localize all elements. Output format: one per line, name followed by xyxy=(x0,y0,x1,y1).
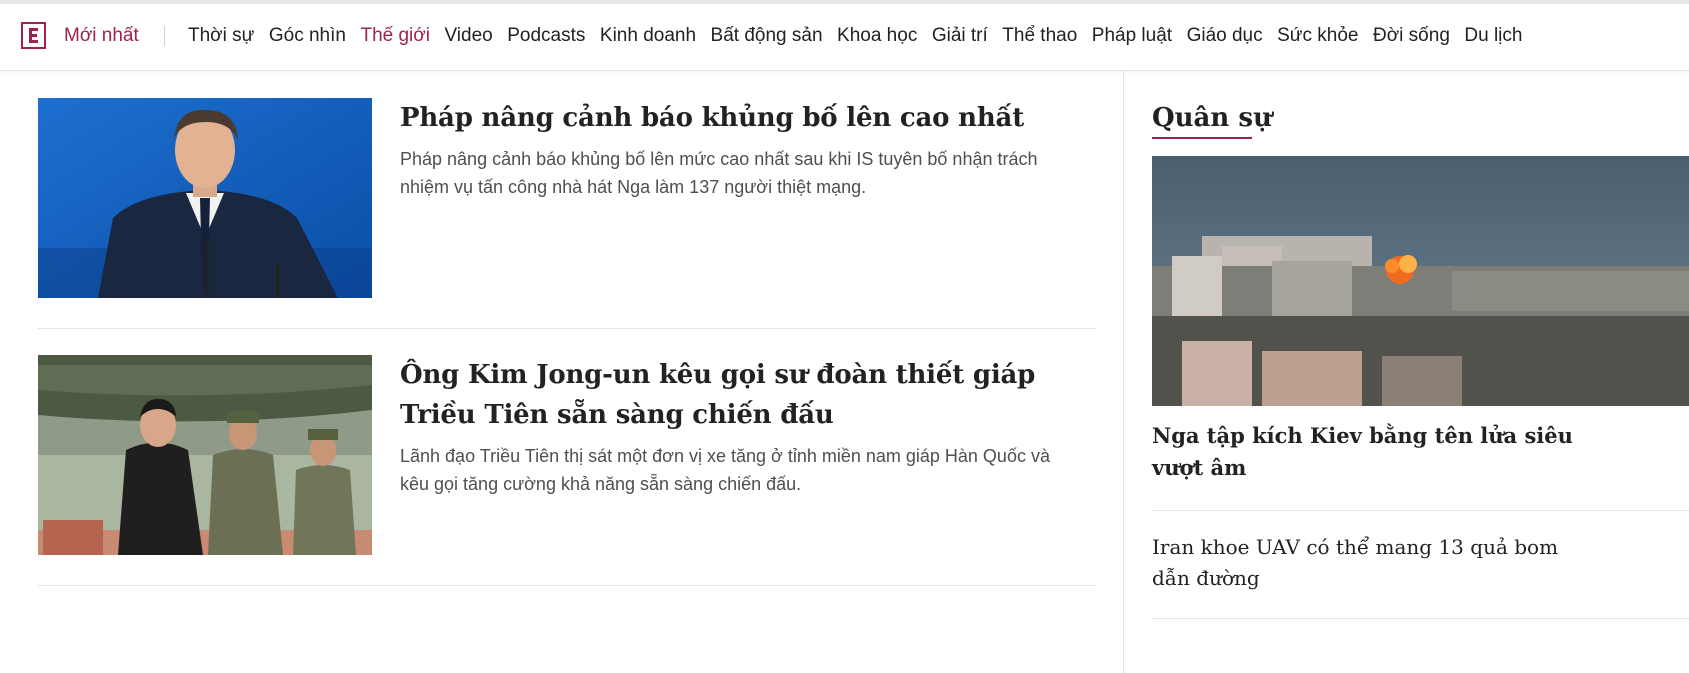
nav-item-12[interactable]: Sức khỏe xyxy=(1277,24,1358,48)
nav-item-3[interactable]: Video xyxy=(444,24,492,48)
nav-item-5[interactable]: Kinh doanh xyxy=(600,24,696,48)
nav-item-2[interactable]: Thế giới xyxy=(360,24,430,48)
nav-item-11[interactable]: Giáo dục xyxy=(1187,24,1263,48)
article-description: Pháp nâng cảnh báo khủng bố lên mức cao … xyxy=(400,149,1038,197)
nav-item-10[interactable]: Pháp luật xyxy=(1092,24,1172,48)
nav-item-4[interactable]: Podcasts xyxy=(507,24,585,48)
sidebar-article-title[interactable]: Iran khoe UAV có thể mang 13 quả bom dẫn… xyxy=(1152,532,1582,594)
nav-divider xyxy=(164,26,165,46)
article-title[interactable]: Ông Kim Jong-un kêu gọi sư đoàn thiết gi… xyxy=(400,355,1060,435)
nav-item-1[interactable]: Góc nhìn xyxy=(269,24,346,48)
article-title[interactable]: Pháp nâng cảnh báo khủng bố lên cao nhất xyxy=(400,98,1060,138)
vnexpress-logo-icon[interactable] xyxy=(21,22,46,49)
sidebar-divider xyxy=(1152,618,1689,619)
article-item: Ông Kim Jong-un kêu gọi sư đoàn thiết gi… xyxy=(38,327,1096,586)
nav-item-14[interactable]: Du lịch xyxy=(1464,24,1522,48)
category-menu: Thời sự Góc nhìn Thế giới Video Podcasts Kinh… xyxy=(188,24,1537,48)
column-divider xyxy=(1123,70,1124,673)
article-thumbnail-kim-jong-un[interactable] xyxy=(38,355,372,555)
nav-item-0[interactable]: Thời sự xyxy=(188,24,254,48)
nav-item-8[interactable]: Giải trí xyxy=(932,24,988,48)
article-thumbnail-macron[interactable] xyxy=(38,98,372,298)
nav-item-9[interactable]: Thể thao xyxy=(1002,24,1077,48)
sidebar-heading-underline xyxy=(1152,137,1252,139)
nav-latest-link[interactable]: Mới nhất xyxy=(64,24,139,48)
nav-item-6[interactable]: Bất động sản xyxy=(711,24,823,48)
nav-item-13[interactable]: Đời sống xyxy=(1373,24,1450,48)
article-item: Pháp nâng cảnh báo khủng bố lên cao nhất… xyxy=(38,70,1096,329)
article-description: Lãnh đạo Triều Tiên thị sát một đơn vị x… xyxy=(400,446,1050,494)
sidebar-heading[interactable]: Quân sự xyxy=(1152,100,1272,136)
sidebar-featured-image[interactable] xyxy=(1152,156,1689,406)
top-navigation: Mới nhất Thời sự Góc nhìn Thế giới Video Pod… xyxy=(0,4,1689,71)
sidebar-featured-title[interactable]: Nga tập kích Kiev bằng tên lửa siêu vượt… xyxy=(1152,420,1592,484)
sidebar-divider xyxy=(1152,510,1689,511)
nav-item-7[interactable]: Khoa học xyxy=(837,24,917,48)
